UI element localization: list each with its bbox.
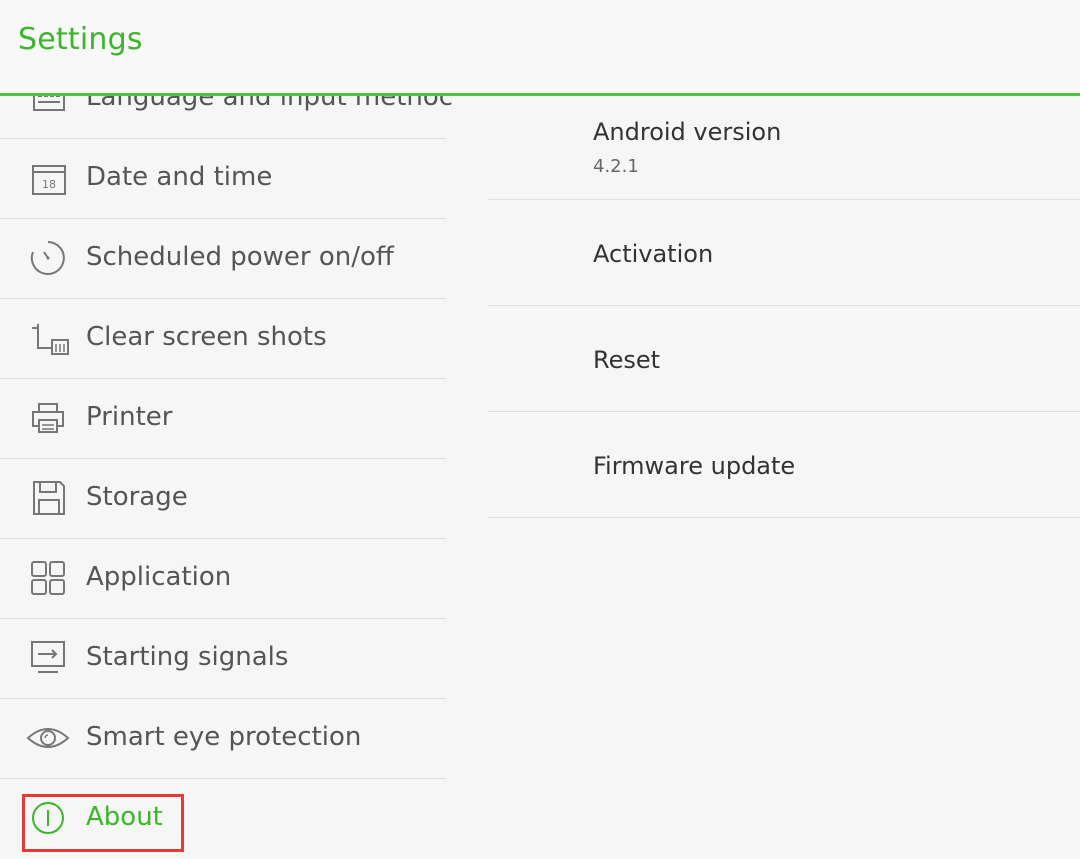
reset-title: Reset (593, 346, 661, 374)
calendar-icon: 18 (24, 158, 72, 198)
sidebar-item-language[interactable]: Language and input methoc (0, 96, 453, 139)
android-version-row[interactable]: Android version 4.2.1 (488, 96, 1080, 200)
sidebar-item-printer[interactable]: Printer (0, 378, 446, 459)
timer-icon (24, 238, 72, 278)
firmware-update-title: Firmware update (593, 452, 796, 480)
keyboard-icon (24, 96, 72, 118)
sidebar-item-storage[interactable]: Storage (0, 458, 446, 539)
sidebar-item-label: Scheduled power on/off (86, 242, 394, 272)
sidebar-item-label: Clear screen shots (86, 322, 327, 352)
firmware-update-row[interactable]: Firmware update (488, 412, 1080, 518)
sidebar-item-label: Storage (86, 482, 188, 512)
android-version-title: Android version (593, 118, 782, 146)
sidebar-item-label: Language and input methoc (86, 96, 454, 112)
sidebar-item-eye-protection[interactable]: Smart eye protection (0, 698, 446, 779)
activation-row[interactable]: Activation (488, 200, 1080, 306)
sidebar-item-label: Application (86, 562, 232, 592)
storage-icon (24, 478, 72, 518)
sidebar-item-application[interactable]: Application (0, 538, 446, 619)
sidebar-item-clear-screenshots[interactable]: Clear screen shots (0, 298, 446, 379)
action-bar: Settings (0, 0, 1080, 93)
crop-trash-icon (24, 318, 72, 358)
selection-highlight-box (22, 794, 184, 852)
apps-grid-icon (24, 558, 72, 598)
sidebar-item-label: Smart eye protection (86, 722, 362, 752)
app-title: Settings (18, 22, 143, 57)
sidebar-item-scheduled-power[interactable]: Scheduled power on/off (0, 218, 446, 299)
settings-sidebar[interactable]: Language and input methoc 18 Date and ti… (0, 96, 474, 859)
android-version-value: 4.2.1 (593, 156, 639, 177)
svg-text:18: 18 (42, 178, 56, 191)
sidebar-item-label: Date and time (86, 162, 273, 192)
sidebar-item-starting-signals[interactable]: Starting signals (0, 618, 446, 699)
reset-row[interactable]: Reset (488, 306, 1080, 412)
sidebar-item-date-time[interactable]: 18 Date and time (0, 138, 446, 219)
activation-title: Activation (593, 240, 714, 268)
sidebar-item-label: Printer (86, 402, 173, 432)
eye-icon (24, 718, 72, 758)
printer-icon (24, 398, 72, 438)
input-signal-icon (24, 638, 72, 678)
about-detail-panel: Android version 4.2.1 Activation Reset F… (488, 96, 1080, 536)
sidebar-item-label: Starting signals (86, 642, 289, 672)
